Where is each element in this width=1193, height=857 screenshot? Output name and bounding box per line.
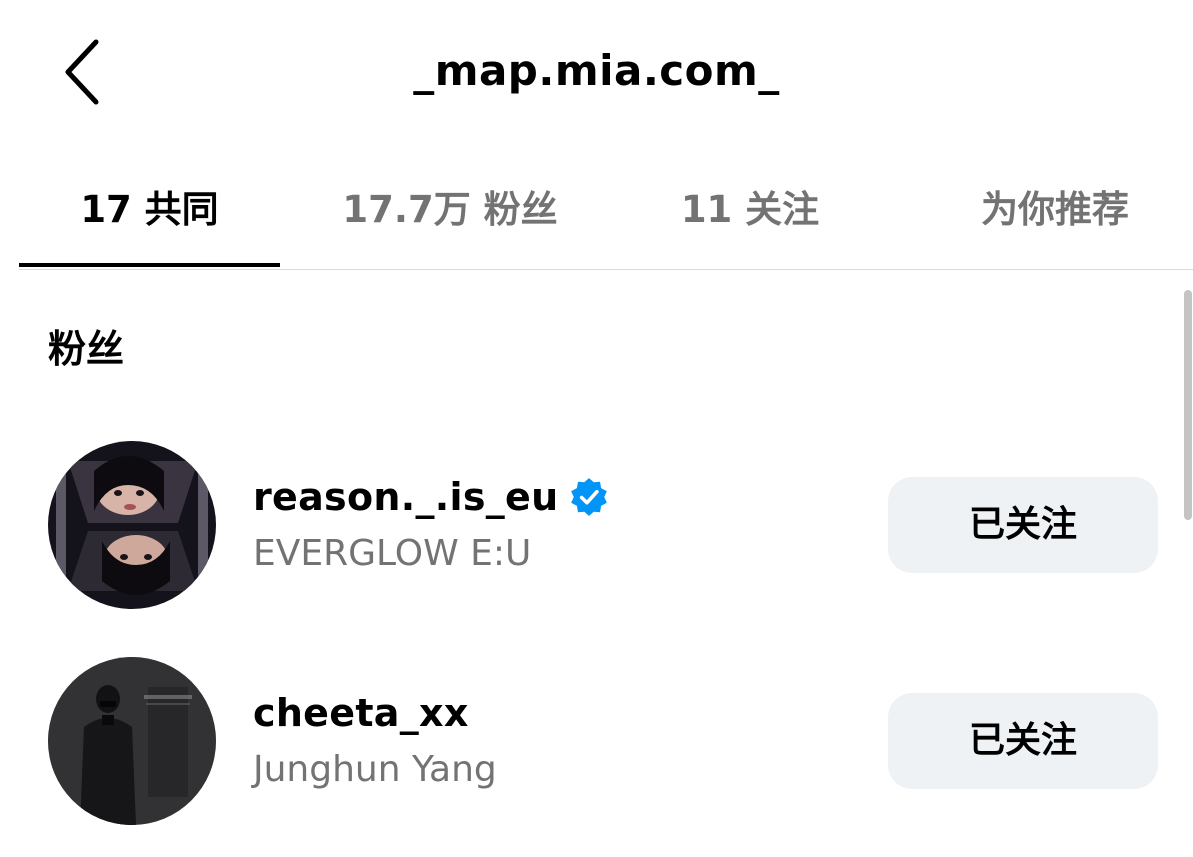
page-title: _map.mia.com_ [413, 46, 780, 95]
tabs-divider [19, 269, 1193, 270]
user-fullname: Junghun Yang [253, 749, 497, 790]
section-title: 粉丝 [48, 327, 125, 371]
verified-badge-icon [571, 478, 608, 516]
tab-mutual[interactable]: 17 共同 [19, 180, 280, 240]
active-tab-indicator [19, 263, 280, 267]
avatar[interactable] [48, 657, 216, 825]
list-item[interactable]: cheeta_xx Junghun Yang 已关注 [0, 651, 1193, 831]
avatar[interactable] [48, 441, 216, 609]
tab-suggested[interactable]: 为你推荐 [920, 180, 1190, 240]
tab-bar: 17 共同 17.7万 粉丝 11 关注 为你推荐 [0, 150, 1193, 270]
user-fullname: EVERGLOW E:U [253, 533, 532, 574]
username-row[interactable]: reason._.is_eu [253, 475, 610, 519]
tab-followers[interactable]: 17.7万 粉丝 [300, 180, 600, 240]
username[interactable]: cheeta_xx [253, 691, 469, 735]
tab-following[interactable]: 11 关注 [630, 180, 870, 240]
list-item[interactable]: reason._.is_eu EVERGLOW E:U 已关注 [0, 435, 1193, 615]
username-row[interactable]: cheeta_xx [253, 691, 469, 735]
following-button[interactable]: 已关注 [888, 693, 1158, 789]
following-button[interactable]: 已关注 [888, 477, 1158, 573]
header: _map.mia.com_ [0, 0, 1193, 150]
username[interactable]: reason._.is_eu [253, 475, 558, 519]
scrollbar[interactable] [1184, 290, 1192, 520]
